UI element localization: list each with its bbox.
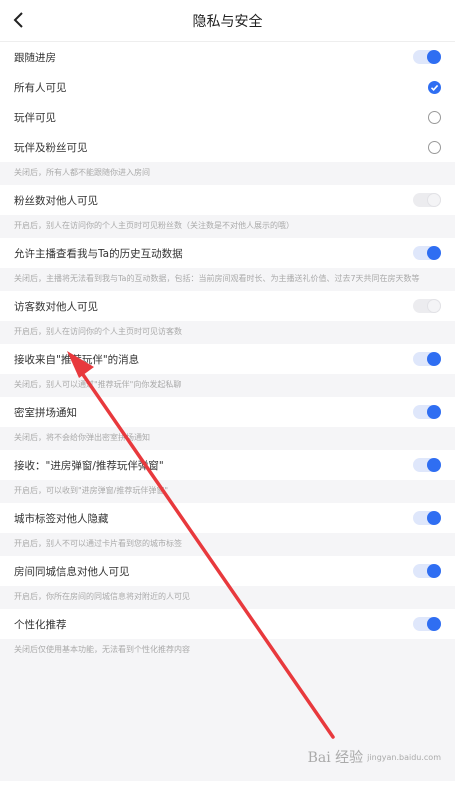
row-label: 接收来自"推荐玩伴"的消息 — [14, 353, 140, 366]
row-description: 关闭后，别人可以通过"推荐玩伴"向你发起私聊 — [0, 374, 455, 397]
row-description: 开启后，你所在房间的同城信息将对附近的人可见 — [0, 586, 455, 609]
top-bar: 隐私与安全 — [0, 0, 455, 42]
row-label: 玩伴及粉丝可见 — [14, 141, 88, 154]
row-description: 开启后，可以收到"进房弹窗/推荐玩伴弹窗" — [0, 480, 455, 503]
row-label: 跟随进房 — [14, 51, 56, 64]
settings-row[interactable]: 接收来自"推荐玩伴"的消息 — [0, 344, 455, 374]
row-description: 开启后，别人在访问你的个人主页时可见粉丝数（关注数是不对他人展示的哦） — [0, 215, 455, 238]
row-description: 开启后，别人不可以通过卡片看到您的城市标签 — [0, 533, 455, 556]
toggle-switch[interactable] — [413, 246, 441, 260]
row-label: 接收："进房弹窗/推荐玩伴弹窗" — [14, 459, 164, 472]
toggle-knob — [427, 617, 441, 631]
row-description: 关闭后，主播将无法看到我与Ta的互动数据，包括：当前房间观看时长、为主播送礼价值… — [0, 268, 455, 291]
toggle-switch[interactable] — [413, 511, 441, 525]
settings-row[interactable]: 房间同城信息对他人可见 — [0, 556, 455, 586]
toggle-knob — [427, 458, 441, 472]
settings-list: 跟随进房所有人可见玩伴可见玩伴及粉丝可见关闭后，所有人都不能跟随你进入房间粉丝数… — [0, 42, 455, 662]
toggle-knob — [427, 405, 441, 419]
toggle-switch[interactable] — [413, 299, 441, 313]
row-label: 所有人可见 — [14, 81, 67, 94]
toggle-switch[interactable] — [413, 352, 441, 366]
row-description: 关闭后，将不会给你弹出密室拼场通知 — [0, 427, 455, 450]
row-label: 密室拼场通知 — [14, 406, 77, 419]
toggle-switch[interactable] — [413, 617, 441, 631]
toggle-knob — [427, 246, 441, 260]
toggle-knob — [427, 50, 441, 64]
settings-row[interactable]: 接收："进房弹窗/推荐玩伴弹窗" — [0, 450, 455, 480]
toggle-switch[interactable] — [413, 193, 441, 207]
bottom-strip — [0, 781, 455, 793]
row-description: 关闭后，所有人都不能跟随你进入房间 — [0, 162, 455, 185]
radio-checked[interactable] — [428, 80, 441, 94]
watermark-url: jingyan.baidu.com — [367, 752, 441, 762]
toggle-switch[interactable] — [413, 564, 441, 578]
settings-row[interactable]: 个性化推荐 — [0, 609, 455, 639]
settings-row[interactable]: 玩伴可见 — [0, 102, 455, 132]
watermark: Bai 经验 jingyan.baidu.com — [308, 747, 441, 767]
row-label: 允许主播查看我与Ta的历史互动数据 — [14, 247, 183, 260]
settings-row[interactable]: 所有人可见 — [0, 72, 455, 102]
row-label: 城市标签对他人隐藏 — [14, 512, 109, 525]
toggle-switch[interactable] — [413, 405, 441, 419]
row-label: 访客数对他人可见 — [14, 300, 98, 313]
settings-row[interactable]: 城市标签对他人隐藏 — [0, 503, 455, 533]
settings-row[interactable]: 跟随进房 — [0, 42, 455, 72]
settings-row[interactable]: 访客数对他人可见 — [0, 291, 455, 321]
toggle-knob — [427, 511, 441, 525]
settings-row[interactable]: 玩伴及粉丝可见 — [0, 132, 455, 162]
row-label: 房间同城信息对他人可见 — [14, 565, 130, 578]
toggle-switch[interactable] — [413, 50, 441, 64]
row-label: 玩伴可见 — [14, 111, 56, 124]
settings-row[interactable]: 允许主播查看我与Ta的历史互动数据 — [0, 238, 455, 268]
watermark-logo: Bai 经验 — [307, 750, 364, 766]
row-label: 个性化推荐 — [14, 618, 67, 631]
toggle-switch[interactable] — [413, 458, 441, 472]
toggle-knob — [427, 564, 441, 578]
toggle-knob — [427, 352, 441, 366]
row-description: 开启后，别人在访问你的个人主页时可见访客数 — [0, 321, 455, 344]
checkmark-icon — [430, 84, 439, 91]
page-title: 隐私与安全 — [192, 14, 263, 30]
toggle-knob — [427, 299, 441, 313]
settings-row[interactable]: 粉丝数对他人可见 — [0, 185, 455, 215]
toggle-knob — [427, 193, 441, 207]
radio-button[interactable] — [428, 140, 441, 154]
settings-row[interactable]: 密室拼场通知 — [0, 397, 455, 427]
row-label: 粉丝数对他人可见 — [14, 194, 98, 207]
radio-button[interactable] — [428, 110, 441, 124]
row-description: 关闭后仅使用基本功能，无法看到个性化推荐内容 — [0, 639, 455, 662]
